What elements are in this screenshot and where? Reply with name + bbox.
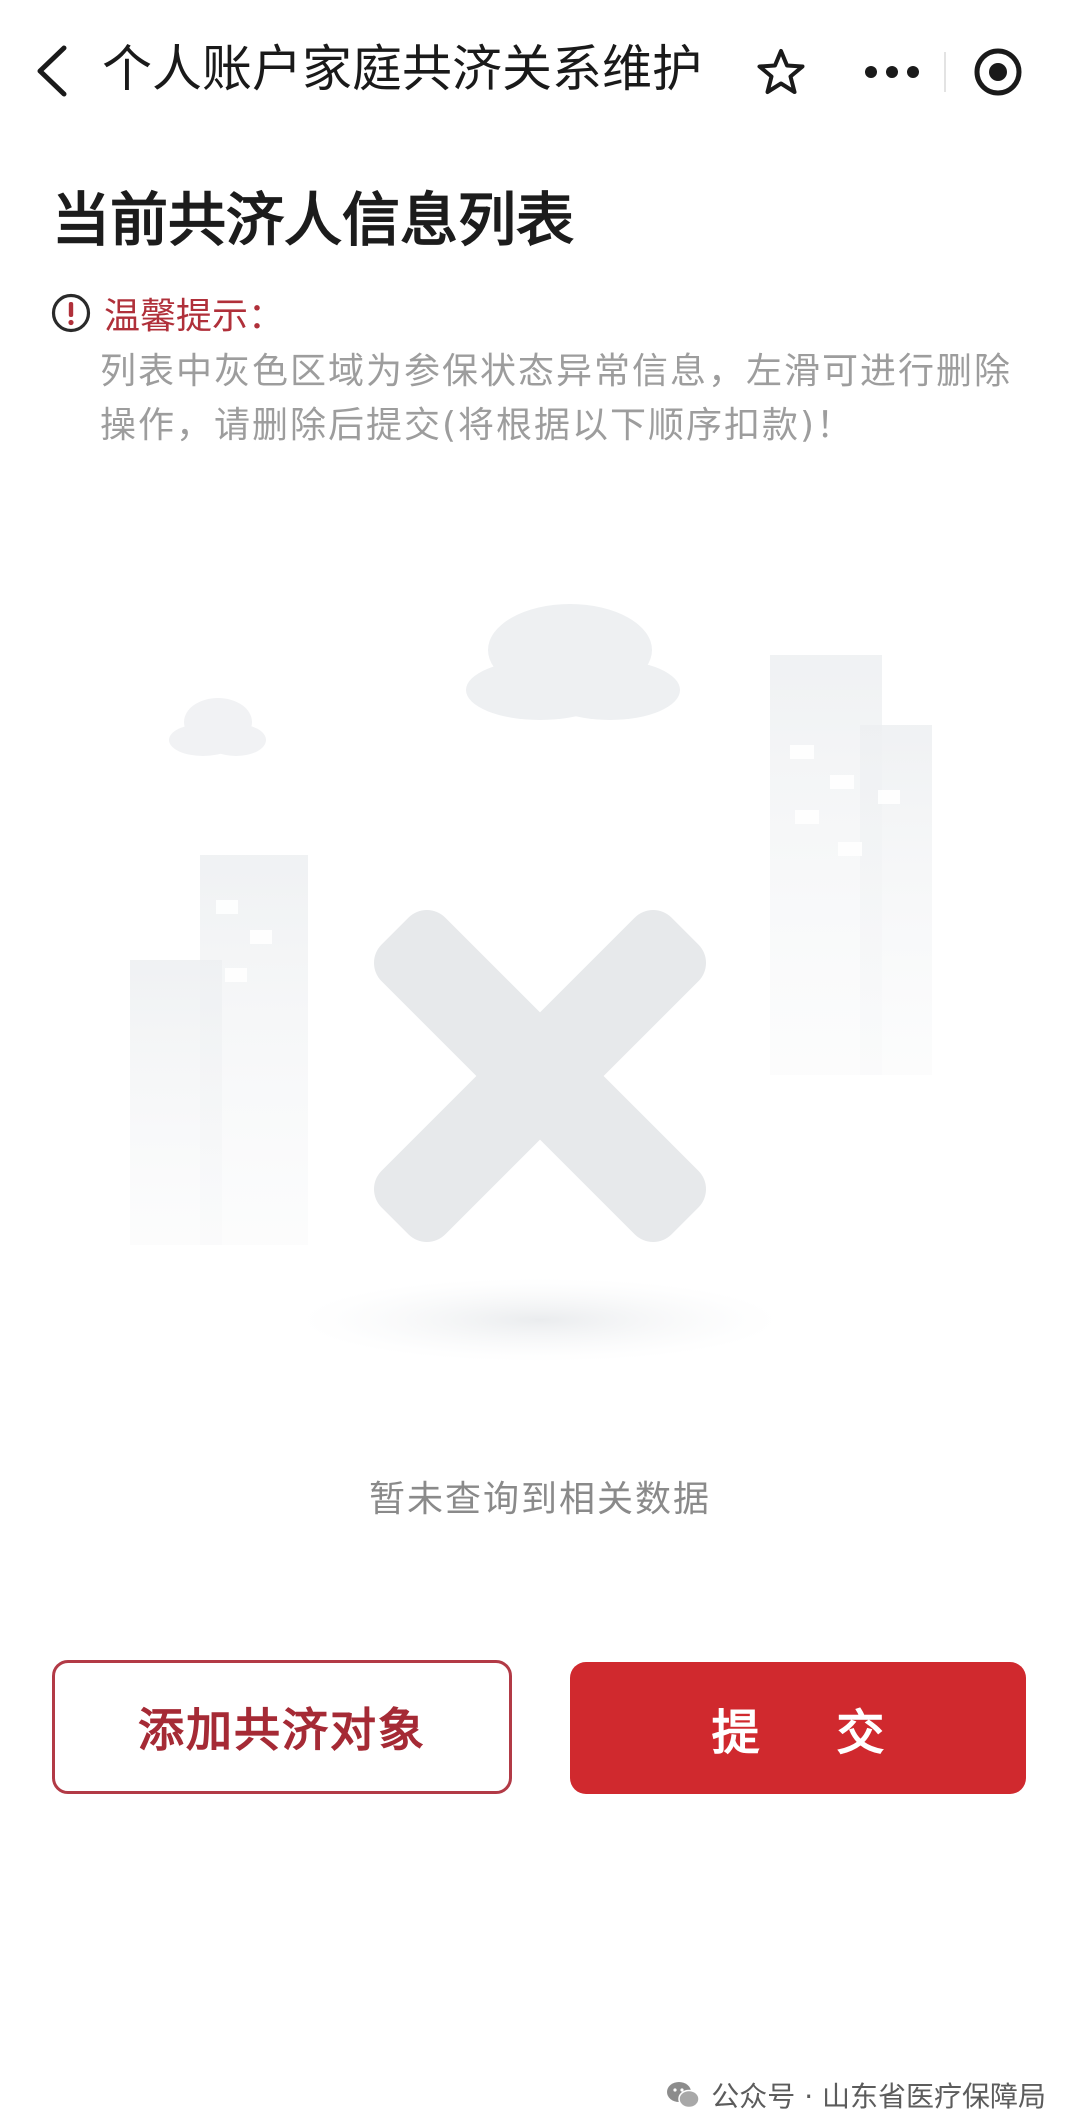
empty-state-text: 暂未查询到相关数据 xyxy=(368,1479,711,1520)
close-miniapp-button[interactable] xyxy=(946,36,1050,108)
wechat-logo-icon xyxy=(667,2082,701,2109)
building-right-icon xyxy=(770,655,932,1075)
more-dots-icon xyxy=(865,66,919,78)
cloud-icon xyxy=(466,604,680,720)
watermark: 公众号 · 山东省医疗保障局 xyxy=(665,2078,1046,2113)
tip-text: 列表中灰色区域为参保状态异常信息，左滑可进行删除操作，请删除后提交(将根据以下顺… xyxy=(100,351,1013,446)
tip-label: 温馨提示： xyxy=(104,296,285,337)
submit-button[interactable]: 提 交 xyxy=(570,1662,1026,1794)
star-outline-icon xyxy=(757,49,805,94)
top-navbar: 个人账户家庭共济关系维护 xyxy=(0,0,1080,140)
exclamation-circle-icon xyxy=(51,293,91,333)
target-circle-icon xyxy=(974,48,1022,96)
building-left-icon xyxy=(130,855,308,1245)
cloud-icon xyxy=(169,698,266,756)
page-title: 当前共济人信息列表 xyxy=(52,186,575,254)
add-co-payer-button[interactable]: 添加共济对象 xyxy=(52,1660,512,1794)
chevron-left-icon xyxy=(37,45,67,97)
back-button[interactable] xyxy=(30,40,76,102)
big-x-mark xyxy=(373,909,707,1243)
watermark-text: 公众号 · 山东省医疗保障局 xyxy=(711,2080,1046,2113)
miniapp-capsule xyxy=(840,36,1050,108)
favorite-button[interactable] xyxy=(740,40,822,104)
tip-header: 温馨提示： xyxy=(50,288,284,338)
more-menu-button[interactable] xyxy=(840,36,944,108)
nav-title: 个人账户家庭共济关系维护 xyxy=(102,40,702,98)
